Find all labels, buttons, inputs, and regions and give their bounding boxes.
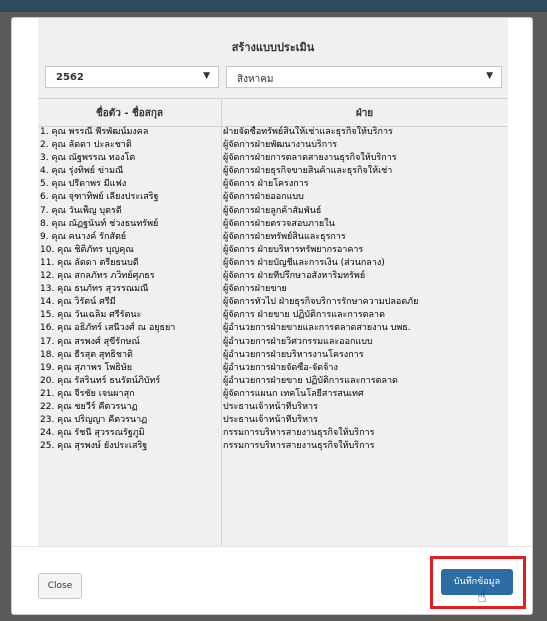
table-row: 18. คุณ ธีรสุต สุทธิชาติ ผู้อำนวยการฝ่ายบ… <box>38 349 508 362</box>
employee-name: 12. คุณ สกลภัทร ภวิทย์ศุภธร <box>40 271 155 282</box>
table-row: 10. คุณ ชิติภัทร บุญคุณ ผู้จัดการ ฝ่ายบริ… <box>38 244 508 257</box>
employee-department: ฝ่ายจัดซื้อทรัพย์สินให้เช่าและธุรกิจให้บ… <box>223 127 393 137</box>
employee-department: กรรมการบริหารสายงานธุรกิจให้บริการ <box>223 441 375 452</box>
table-row: 8. คุณ ณัฏฐนันท์ ช่วงธนทรัพย์ ผู้จัดการฝ่… <box>38 218 508 231</box>
employee-name: 1. คุณ พรรณี พีรพัฒน์มงคล <box>40 127 149 137</box>
month-select-value: สิงหาคม <box>237 74 274 85</box>
employee-department: ผู้จัดการฝ่ายลูกค้าสัมพันธ์ <box>223 205 322 216</box>
highlight-box: บันทึกข้อมูล ☝ <box>430 556 526 609</box>
employee-name: 10. คุณ ชิติภัทร บุญคุณ <box>40 244 134 255</box>
table-row: 11. คุณ ลัดดา ตรียธนบดี ผู้จัดการ ฝ่ายบัญ… <box>38 257 508 270</box>
employee-name: 20. คุณ รัสรินทร์ ธนรัตน์ภิบัทร์ <box>40 375 161 386</box>
employee-name: 21. คุณ จีรชัย เจนผาสุก <box>40 388 135 399</box>
employee-department: ผู้จัดการฝ่ายตรวจสอบภายใน <box>223 218 335 229</box>
table-row: 14. คุณ วิรัตน์ ศรีมี ผู้จัดการทั่วไป ฝ่า… <box>38 296 508 309</box>
employee-name: 7. คุณ วันเพ็ญ บุตรดี <box>40 205 122 216</box>
table-row: 6. คุณ จุฑาทิพย์ เลี่ยงประเสริฐ ผู้จัดการ… <box>38 191 508 204</box>
year-select-value: 2562 <box>56 72 84 83</box>
employee-name: 9. คุณ คนางค์ รักสัตย์ <box>40 231 127 242</box>
employee-department: ผู้จัดการฝ่ายการตลาดสายงานธุรกิจให้บริกา… <box>223 153 397 164</box>
column-header-department: ฝ่าย <box>355 108 374 119</box>
employee-department: ผู้จัดการทั่วไป ฝ่ายธุรกิจบริการรักษาควา… <box>223 297 419 308</box>
table-row: 5. คุณ ปรีดาพร มีแฟง ผู้จัดการ ฝ่ายโครงกา… <box>38 178 508 191</box>
table-row: 7. คุณ วันเพ็ญ บุตรดี ผู้จัดการฝ่ายลูกค้า… <box>38 205 508 218</box>
employee-name: 3. คุณ ณัฐพรรณ ทองโต <box>40 153 136 164</box>
chevron-down-icon: ▼ <box>203 71 210 81</box>
employee-department: ผู้จัดการฝ่ายธุรกิจขายสินค้าและธุรกิจให้… <box>223 166 393 177</box>
table-row: 2. คุณ ลัดดา ปะละชาติ ผู้จัดการฝ่ายพัฒนาง… <box>38 139 508 152</box>
employee-name: 24. คุณ รัชนี สุวรรณรัฐภูมิ <box>40 428 145 439</box>
table-row: 23. คุณ ปริญญา คีตวรนาฏ ประธานเจ้าหน้าที่… <box>38 414 508 427</box>
table-row: 17. คุณ สรพงศ์ สุขีรักษณ์ ผู้อำนวยการฝ่าย… <box>38 336 508 349</box>
chevron-down-icon: ▼ <box>486 71 493 81</box>
table-row: 12. คุณ สกลภัทร ภวิทย์ศุภธร ผู้จัดการ ฝ่า… <box>38 270 508 283</box>
column-header-name: ชื่อตัว - ชื่อสกุล <box>95 108 164 119</box>
employee-name: 13. คุณ ธนภัทร สุวรรณมณี <box>40 284 149 295</box>
employee-department: ผู้อำนวยการฝ่ายจัดซื้อ-จัดจ้าง <box>223 362 338 373</box>
employee-name: 4. คุณ รุ่งทิพย์ ข่ามณี <box>40 166 124 177</box>
employee-department: ผู้จัดการฝ่ายออกแบบ <box>223 192 304 203</box>
employee-name: 14. คุณ วิรัตน์ ศรีมี <box>40 297 116 308</box>
table-row: 1. คุณ พรรณี พีรพัฒน์มงคล ฝ่ายจัดซื้อทรัพ… <box>38 126 508 139</box>
table-row: 9. คุณ คนางค์ รักสัตย์ ผู้จัดการฝ่ายทรัพย… <box>38 231 508 244</box>
employee-name: 6. คุณ จุฑาทิพย์ เลี่ยงประเสริฐ <box>40 192 159 203</box>
table-row: 13. คุณ ธนภัทร สุวรรณมณี ผู้จัดการฝ่ายขาย <box>38 283 508 296</box>
employee-department: ผู้จัดการ ฝ่ายบริหารทรัพยากรอาคาร <box>223 244 364 255</box>
table-row: 21. คุณ จีรชัย เจนผาสุก ผู้จัดการแผนก เทค… <box>38 388 508 401</box>
table-body: 1. คุณ พรรณี พีรพัฒน์มงคล ฝ่ายจัดซื้อทรัพ… <box>38 126 508 453</box>
table-row: 15. คุณ วันเฉลิม ศรีรัตนะ ผู้จัดการ ฝ่ายข… <box>38 309 508 322</box>
employee-name: 22. คุณ ชยวีร์ คีตวรนาฏ <box>40 401 138 412</box>
footer-divider <box>12 546 532 547</box>
table-row: 19. คุณ สุภาพร โพธิษัย ผู้อำนวยการฝ่ายจัด… <box>38 362 508 375</box>
employee-name: 17. คุณ สรพงศ์ สุขีรักษณ์ <box>40 336 140 347</box>
employee-department: ผู้จัดการฝ่ายขาย <box>223 284 287 295</box>
hand-pointer-icon: ☝ <box>477 587 487 606</box>
year-select[interactable]: 2562 ▼ <box>45 66 219 88</box>
employee-department: ผู้อำนวยการฝ่ายบริหารงานโครงการ <box>223 349 364 360</box>
employee-department: ผู้จัดการ ฝ่ายโครงการ <box>223 179 309 190</box>
table-row: 24. คุณ รัชนี สุวรรณรัฐภูมิ กรรมการบริหาร… <box>38 427 508 440</box>
month-select[interactable]: สิงหาคม ▼ <box>226 66 502 88</box>
table-row: 4. คุณ รุ่งทิพย์ ข่ามณี ผู้จัดการฝ่ายธุรก… <box>38 165 508 178</box>
employee-department: ผู้จัดการ ฝ่ายขาย ปฏิบัติการและการตลาด <box>223 310 385 321</box>
employee-name: 11. คุณ ลัดดา ตรียธนบดี <box>40 257 139 268</box>
employee-department: ผู้จัดการแผนก เทคโนโลยีสารสนเทศ <box>223 388 364 399</box>
employee-department: ผู้จัดการ ฝ่ายที่ปรึกษาอสังหาริมทรัพย์ <box>223 271 366 282</box>
employee-name: 15. คุณ วันเฉลิม ศรีรัตนะ <box>40 310 142 321</box>
employee-name: 8. คุณ ณัฏฐนันท์ ช่วงธนทรัพย์ <box>40 218 159 229</box>
table-row: 3. คุณ ณัฐพรรณ ทองโต ผู้จัดการฝ่ายการตลาด… <box>38 152 508 165</box>
employee-table: ชื่อตัว - ชื่อสกุล ฝ่าย <box>38 98 508 127</box>
evaluation-modal: สร้างแบบประเมิน 2562 ▼ สิงหาคม ▼ ชื่อตัว… <box>11 17 533 615</box>
employee-name: 18. คุณ ธีรสุต สุทธิชาติ <box>40 349 133 360</box>
employee-department: ผู้อำนวยการฝ่ายขาย ปฏิบัติการและการตลาด <box>223 375 398 386</box>
table-row: 16. คุณ อธิภัทร์ เสนีวงศ์ ณ อยุธยา ผู้อำน… <box>38 322 508 335</box>
close-button[interactable]: Close <box>38 573 82 599</box>
employee-department: ผู้อำนวยการฝ่ายขายและการตลาดสายงาน บพธ. <box>223 323 411 334</box>
employee-name: 23. คุณ ปริญญา คีตวรนาฏ <box>40 415 148 426</box>
modal-title: สร้างแบบประเมิน <box>231 41 315 54</box>
modal-body: สร้างแบบประเมิน 2562 ▼ สิงหาคม ▼ ชื่อตัว… <box>38 18 508 546</box>
employee-name: 19. คุณ สุภาพร โพธิษัย <box>40 362 132 373</box>
table-row: 25. คุณ สุรพงษ์ ยังประเสริฐ กรรมการบริหาร… <box>38 440 508 453</box>
employee-department: กรรมการบริหารสายงานธุรกิจให้บริการ <box>223 428 375 439</box>
table-row: 20. คุณ รัสรินทร์ ธนรัตน์ภิบัทร์ ผู้อำนวย… <box>38 375 508 388</box>
employee-department: ผู้จัดการฝ่ายทรัพย์สินและธุรการ <box>223 231 346 242</box>
table-row: 22. คุณ ชยวีร์ คีตวรนาฏ ประธานเจ้าหน้าที่… <box>38 401 508 414</box>
employee-department: ผู้จัดการฝ่ายพัฒนางานบริการ <box>223 140 338 151</box>
employee-department: ผู้อำนวยการฝ่ายวิศวกรรมและออกแบบ <box>223 336 373 347</box>
employee-name: 2. คุณ ลัดดา ปะละชาติ <box>40 140 132 151</box>
employee-department: ผู้จัดการ ฝ่ายบัญชีและการเงิน (ส่วนกลาง) <box>223 257 385 268</box>
employee-name: 5. คุณ ปรีดาพร มีแฟง <box>40 179 127 190</box>
employee-department: ประธานเจ้าหน้าที่บริหาร <box>223 415 318 426</box>
app-top-bar <box>0 0 547 12</box>
employee-department: ประธานเจ้าหน้าที่บริหาร <box>223 401 318 412</box>
employee-name: 16. คุณ อธิภัทร์ เสนีวงศ์ ณ อยุธยา <box>40 323 176 334</box>
table-header: ชื่อตัว - ชื่อสกุล ฝ่าย <box>38 98 508 127</box>
employee-name: 25. คุณ สุรพงษ์ ยังประเสริฐ <box>40 441 148 452</box>
